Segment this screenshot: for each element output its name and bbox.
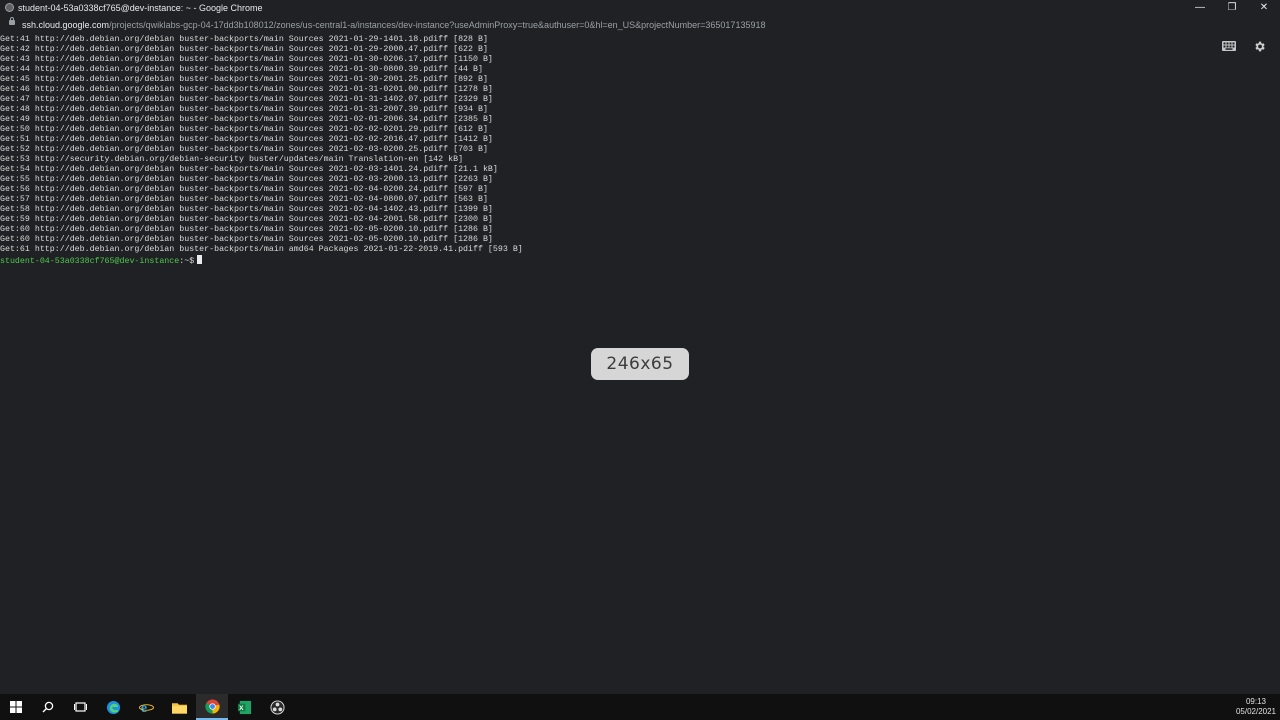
terminal-line: Get:44 http://deb.debian.org/debian bust… <box>0 65 483 74</box>
windows-start-icon[interactable] <box>0 694 32 720</box>
edge-icon[interactable] <box>97 694 129 720</box>
terminal-line: Get:55 http://deb.debian.org/debian bust… <box>0 175 493 184</box>
terminal-line: Get:45 http://deb.debian.org/debian bust… <box>0 75 488 84</box>
url-path: /projects/qwiklabs-gcp-04-17dd3b108012/z… <box>109 20 766 30</box>
svg-text:X: X <box>239 704 244 711</box>
terminal-line: Get:59 http://deb.debian.org/debian bust… <box>0 215 493 224</box>
terminal-line: Get:42 http://deb.debian.org/debian bust… <box>0 45 488 54</box>
ie-icon[interactable]: e <box>130 694 162 720</box>
chrome-favicon-icon <box>5 3 14 12</box>
keyboard-icon[interactable] <box>1222 41 1236 51</box>
terminal-output: Get:41 http://deb.debian.org/debian bust… <box>0 35 523 255</box>
terminal-line: Get:56 http://deb.debian.org/debian bust… <box>0 185 488 194</box>
svg-text:e: e <box>140 700 146 715</box>
close-button[interactable]: ✕ <box>1248 0 1280 16</box>
terminal-cursor <box>197 255 203 264</box>
terminal-line: Get:50 http://deb.debian.org/debian bust… <box>0 125 488 134</box>
terminal-line: Get:49 http://deb.debian.org/debian bust… <box>0 115 493 124</box>
gear-icon[interactable] <box>1253 40 1266 53</box>
window-title: student-04-53a0338cf765@dev-instance: ~ … <box>18 3 263 13</box>
lock-icon <box>9 17 15 25</box>
terminal-line: Get:43 http://deb.debian.org/debian bust… <box>0 55 493 64</box>
terminal-line: Get:60 http://deb.debian.org/debian bust… <box>0 235 493 244</box>
terminal-line: Get:53 http://security.debian.org/debian… <box>0 155 464 164</box>
prompt-symbol: :~$ <box>179 257 195 266</box>
prompt-user: student-04-53a0338cf765@dev-instance <box>0 257 180 266</box>
url-host: ssh.cloud.google.com <box>22 20 110 30</box>
clock-time: 09:13 <box>1245 697 1266 706</box>
window-titlebar: student-04-53a0338cf765@dev-instance: ~ … <box>0 0 1280 16</box>
terminal-line: Get:58 http://deb.debian.org/debian bust… <box>0 205 493 214</box>
clock-date: 05/02/2021 <box>1235 707 1276 716</box>
url-text[interactable]: ssh.cloud.google.com/projects/qwiklabs-g… <box>22 20 765 30</box>
windows-taskbar: e X 09:13 05/02/2021 <box>0 694 1280 720</box>
terminal-line: Get:57 http://deb.debian.org/debian bust… <box>0 195 488 204</box>
excel-icon[interactable]: X <box>228 694 260 720</box>
terminal-line: Get:47 http://deb.debian.org/debian bust… <box>0 95 493 104</box>
file-explorer-icon[interactable] <box>163 694 195 720</box>
terminal-size-tooltip: 246x65 <box>591 348 689 380</box>
address-bar[interactable]: ssh.cloud.google.com/projects/qwiklabs-g… <box>0 16 1280 34</box>
terminal-line: Get:61 http://deb.debian.org/debian bust… <box>0 245 523 254</box>
terminal-line: Get:46 http://deb.debian.org/debian bust… <box>0 85 493 94</box>
chrome-icon[interactable] <box>196 694 228 720</box>
terminal-prompt[interactable]: student-04-53a0338cf765@dev-instance:~$ <box>0 255 203 267</box>
terminal-line: Get:41 http://deb.debian.org/debian bust… <box>0 35 488 44</box>
task-view-icon[interactable] <box>64 694 96 720</box>
search-icon[interactable] <box>32 694 64 720</box>
terminal-line: Get:60 http://deb.debian.org/debian bust… <box>0 225 493 234</box>
obs-icon[interactable] <box>261 694 293 720</box>
restore-button[interactable]: ❐ <box>1216 0 1248 16</box>
terminal-line: Get:52 http://deb.debian.org/debian bust… <box>0 145 488 154</box>
terminal-line: Get:48 http://deb.debian.org/debian bust… <box>0 105 488 114</box>
terminal-line: Get:54 http://deb.debian.org/debian bust… <box>0 165 498 174</box>
minimize-button[interactable]: — <box>1184 0 1216 16</box>
terminal-line: Get:51 http://deb.debian.org/debian bust… <box>0 135 493 144</box>
system-clock[interactable]: 09:13 05/02/2021 <box>1236 697 1276 717</box>
